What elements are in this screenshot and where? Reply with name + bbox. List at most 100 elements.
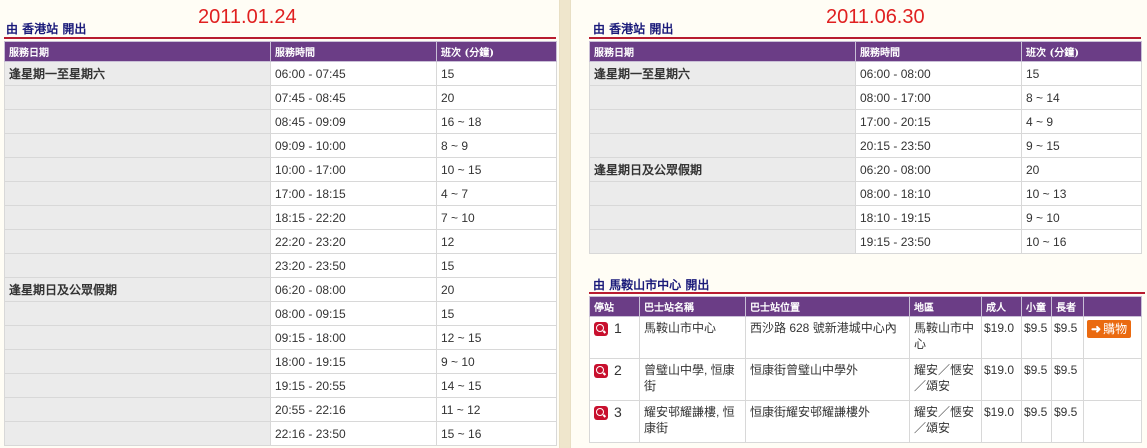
senior-fare-cell: $9.5 <box>1051 358 1084 401</box>
service-day-cell <box>4 109 271 134</box>
frequency-cell: 4 ~ 7 <box>436 181 557 206</box>
stop-number: 2 <box>614 362 622 378</box>
service-day-cell <box>4 85 271 110</box>
frequency-cell: 9 ~ 10 <box>436 349 557 374</box>
frequency-cell: 11 ~ 12 <box>436 397 557 422</box>
frequency-cell: 20 <box>1021 157 1142 182</box>
timetable-row: 17:00 - 20:15 4 ~ 9 <box>589 109 1142 134</box>
timetable-row: 09:15 - 18:00 12 ~ 15 <box>4 325 557 350</box>
header-stop-name: 巴士站名稱 <box>639 296 746 317</box>
timetable-row: 20:55 - 22:16 11 ~ 12 <box>4 397 557 422</box>
service-day-cell <box>4 133 271 158</box>
frequency-cell: 10 ~ 16 <box>1021 229 1142 254</box>
header-service-time: 服務時間 <box>855 41 1022 62</box>
adult-fare-cell: $19.0 <box>981 400 1022 443</box>
frequency-cell: 15 <box>1021 61 1142 86</box>
service-time-cell: 23:20 - 23:50 <box>270 253 437 278</box>
timetable-row: 19:15 - 20:55 14 ~ 15 <box>4 373 557 398</box>
frequency-cell: 10 ~ 13 <box>1021 181 1142 206</box>
timetable-row: 07:45 - 08:45 20 <box>4 85 557 110</box>
stop-number: 1 <box>614 320 622 336</box>
timetable-row: 逢星期日及公眾假期 06:20 - 08:00 20 <box>589 157 1142 182</box>
stop-action-cell: ➜ 購物 <box>1083 316 1142 359</box>
frequency-cell: 15 ~ 16 <box>436 421 557 446</box>
service-time-cell: 22:16 - 23:50 <box>270 421 437 446</box>
timetable-row: 逢星期一至星期六 06:00 - 08:00 15 <box>589 61 1142 86</box>
timetable-row: 逢星期日及公眾假期 06:20 - 08:00 20 <box>4 277 557 302</box>
timetable-row: 08:00 - 09:15 15 <box>4 301 557 326</box>
timetable-row: 08:00 - 17:00 8 ~ 14 <box>589 85 1142 110</box>
service-day-cell <box>4 301 271 326</box>
zoom-map-icon[interactable] <box>594 364 608 379</box>
stop-district-cell: 耀安／愜安／頌安 <box>909 400 982 443</box>
frequency-cell: 20 <box>436 85 557 110</box>
stop-number: 3 <box>614 404 622 420</box>
service-day-cell <box>4 397 271 422</box>
timetable-row: 10:00 - 17:00 10 ~ 15 <box>4 157 557 182</box>
service-time-cell: 06:20 - 08:00 <box>855 157 1022 182</box>
right-section-title: 由 香港站 開出 <box>593 22 674 36</box>
child-fare-cell: $9.5 <box>1021 400 1052 443</box>
panel-divider <box>560 0 570 448</box>
timetable-row: 逢星期一至星期六 06:00 - 07:45 15 <box>4 61 557 86</box>
child-fare-cell: $9.5 <box>1021 316 1052 359</box>
timetable-row: 08:45 - 09:09 16 ~ 18 <box>4 109 557 134</box>
zoom-map-icon[interactable] <box>594 322 608 337</box>
header-actions <box>1083 296 1142 317</box>
timetable-row: 23:20 - 23:50 15 <box>4 253 557 278</box>
frequency-cell: 9 ~ 10 <box>1021 205 1142 230</box>
service-day-cell: 逢星期一至星期六 <box>4 61 271 86</box>
stops-section-title: 由 馬鞍山市中心 開出 <box>593 278 710 292</box>
service-time-cell: 18:00 - 19:15 <box>270 349 437 374</box>
service-time-cell: 17:00 - 20:15 <box>855 109 1022 134</box>
left-date-label: 2011.01.24 <box>198 6 297 28</box>
buy-button-label: 購物 <box>1103 322 1128 336</box>
service-day-cell <box>589 85 856 110</box>
buy-button[interactable]: ➜ 購物 <box>1087 320 1132 338</box>
frequency-cell: 8 ~ 14 <box>1021 85 1142 110</box>
service-time-cell: 08:45 - 09:09 <box>270 109 437 134</box>
frequency-cell: 7 ~ 10 <box>436 205 557 230</box>
service-day-cell: 逢星期日及公眾假期 <box>4 277 271 302</box>
stops-section-rule <box>589 292 1145 294</box>
frequency-cell: 20 <box>436 277 557 302</box>
stop-number-cell: 1 <box>589 316 640 359</box>
frequency-cell: 15 <box>436 301 557 326</box>
frequency-cell: 12 <box>436 229 557 254</box>
frequency-cell: 16 ~ 18 <box>436 109 557 134</box>
service-day-cell <box>4 205 271 230</box>
adult-fare-cell: $19.0 <box>981 358 1022 401</box>
frequency-cell: 4 ~ 9 <box>1021 109 1142 134</box>
frequency-cell: 15 <box>436 61 557 86</box>
service-day-cell <box>589 181 856 206</box>
stop-district-cell: 耀安／愜安／頌安 <box>909 358 982 401</box>
stop-number-cell: 3 <box>589 400 640 443</box>
timetable-row: 18:15 - 22:20 7 ~ 10 <box>4 205 557 230</box>
timetable-row: 20:15 - 23:50 9 ~ 15 <box>589 133 1142 158</box>
service-day-cell: 逢星期日及公眾假期 <box>589 157 856 182</box>
timetable-row: 22:16 - 23:50 15 ~ 16 <box>4 421 557 446</box>
senior-fare-cell: $9.5 <box>1051 400 1084 443</box>
stop-row: 1 馬鞍山市中心 西沙路 628 號新港城中心內 馬鞍山市中心 $19.0 $9.5 $9.… <box>589 316 1142 359</box>
service-day-cell <box>4 325 271 350</box>
left-timetable-panel: 由 香港站 開出 2011.01.24 服務日期 服務時間 班次 (分鐘) 逢星… <box>0 0 560 448</box>
right-timetable-panel: 由 香港站 開出 2011.06.30 服務日期 服務時間 班次 (分鐘) 逢星… <box>570 0 1147 448</box>
service-time-cell: 20:15 - 23:50 <box>855 133 1022 158</box>
service-time-cell: 18:15 - 22:20 <box>270 205 437 230</box>
stop-location-cell: 恒康街曾璧山中學外 <box>745 358 910 401</box>
header-adult-fare: 成人 <box>981 296 1022 317</box>
service-day-cell <box>589 133 856 158</box>
service-time-cell: 19:15 - 20:55 <box>270 373 437 398</box>
service-time-cell: 10:00 - 17:00 <box>270 157 437 182</box>
frequency-cell: 14 ~ 15 <box>436 373 557 398</box>
service-day-cell <box>4 253 271 278</box>
zoom-map-icon[interactable] <box>594 406 608 421</box>
service-day-cell <box>4 181 271 206</box>
service-day-cell <box>589 205 856 230</box>
stop-row: 2 曾璧山中學, 恒康街 恒康街曾璧山中學外 耀安／愜安／頌安 $19.0 $9.5 $9.… <box>589 358 1142 401</box>
service-time-cell: 22:20 - 23:20 <box>270 229 437 254</box>
service-time-cell: 18:10 - 19:15 <box>855 205 1022 230</box>
stop-number-cell: 2 <box>589 358 640 401</box>
stop-name-cell: 耀安邨耀謙樓, 恒康街 <box>639 400 746 443</box>
right-date-label: 2011.06.30 <box>826 6 925 28</box>
